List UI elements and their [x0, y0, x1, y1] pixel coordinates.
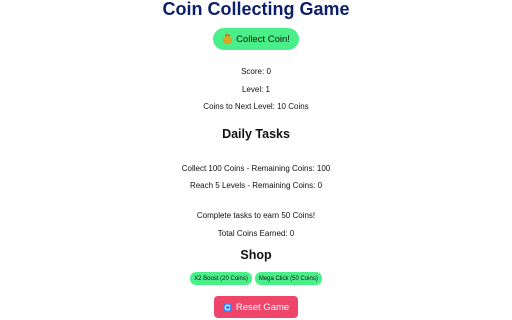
reset-button-wrapper: Reset Game [0, 296, 512, 318]
daily-tasks-heading: Daily Tasks [222, 127, 290, 141]
score-text: Score: 0 [241, 67, 271, 76]
shop-item-x2-boost-button[interactable]: X2 Boost (20 Coins) [190, 272, 252, 285]
next-level-text: Coins to Next Level: 10 Coins [203, 102, 309, 111]
collect-coin-label: Collect Coin! [236, 33, 290, 45]
money-bag-icon [223, 34, 233, 44]
shop-items: X2 Boost (20 Coins) Mega Click (50 Coins… [0, 272, 512, 285]
collect-coin-button[interactable]: Collect Coin! [213, 28, 299, 50]
shop-heading: Shop [240, 248, 272, 262]
collect-button-wrapper: Collect Coin! [0, 28, 512, 50]
reset-game-button[interactable]: Reset Game [213, 296, 299, 318]
shop-item-mega-click-button[interactable]: Mega Click (50 Coins) [254, 272, 322, 285]
level-text: Level: 1 [241, 85, 271, 94]
game-page: Coin Collecting Game Collect Coin! Score… [0, 0, 512, 320]
total-coins-earned: Total Coins Earned: 0 [217, 229, 295, 238]
task-item: Reach 5 Levels - Remaining Coins: 0 [189, 181, 323, 190]
page-title: Coin Collecting Game [162, 0, 350, 19]
reward-note: Complete tasks to earn 50 Coins! [196, 211, 316, 220]
reset-arrows-icon [222, 302, 232, 312]
task-item: Collect 100 Coins - Remaining Coins: 100 [181, 164, 331, 173]
reset-game-label: Reset Game [235, 301, 290, 313]
